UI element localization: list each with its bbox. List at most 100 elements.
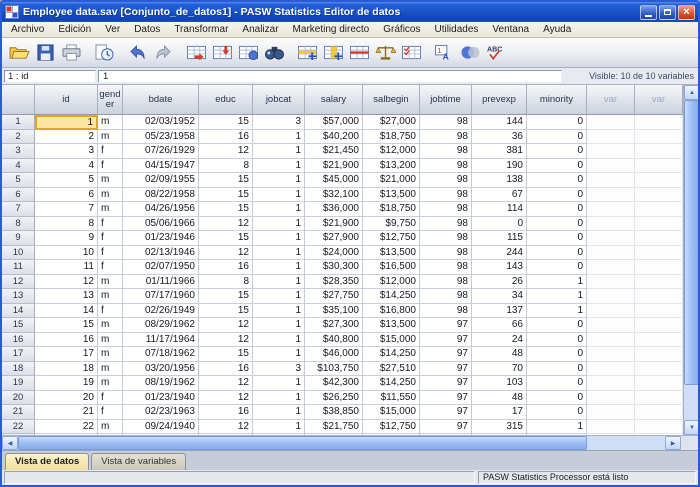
cell-gender[interactable]: m <box>98 362 123 377</box>
cell-educ[interactable]: 15 <box>199 289 253 304</box>
cell-educ[interactable]: 8 <box>199 275 253 290</box>
cell-var1[interactable] <box>587 405 635 420</box>
cell-id[interactable]: 19 <box>35 376 98 391</box>
cell-jobtime[interactable]: 97 <box>420 347 472 362</box>
row-header[interactable]: 15 <box>2 318 35 333</box>
vertical-scroll-track[interactable] <box>684 100 698 420</box>
cell-var1[interactable] <box>587 173 635 188</box>
cell-educ[interactable]: 15 <box>199 173 253 188</box>
cell-id[interactable]: 9 <box>35 231 98 246</box>
cell-minority[interactable]: 0 <box>527 188 587 203</box>
cell-jobcat[interactable]: 1 <box>253 275 305 290</box>
row-header[interactable]: 22 <box>2 420 35 435</box>
cell-var1[interactable] <box>587 246 635 261</box>
cell-var2[interactable] <box>635 188 683 203</box>
cell-var2[interactable] <box>635 391 683 406</box>
cell-bdate[interactable]: 08/29/1962 <box>123 318 199 333</box>
cell-jobtime[interactable]: 98 <box>420 275 472 290</box>
cell-minority[interactable]: 0 <box>527 260 587 275</box>
cell-salary[interactable]: $21,450 <box>305 144 363 159</box>
cell-jobtime[interactable]: 98 <box>420 231 472 246</box>
cell-minority[interactable]: 0 <box>527 159 587 174</box>
cell-educ[interactable]: 15 <box>199 202 253 217</box>
cell-salbegin[interactable]: $16,500 <box>363 260 420 275</box>
cell-bdate[interactable]: 07/26/1929 <box>123 144 199 159</box>
cell-var2[interactable] <box>635 260 683 275</box>
cell-salbegin[interactable]: $12,000 <box>363 275 420 290</box>
row-header[interactable]: 18 <box>2 362 35 377</box>
cell-id[interactable]: 5 <box>35 173 98 188</box>
cell-prevexp[interactable]: 48 <box>472 347 527 362</box>
cell-var2[interactable] <box>635 376 683 391</box>
menu-ventana[interactable]: Ventana <box>485 23 536 36</box>
cell-var2[interactable] <box>635 159 683 174</box>
cell-salbegin[interactable]: $13,200 <box>363 159 420 174</box>
cell-gender[interactable]: m <box>98 130 123 145</box>
cell-gender[interactable]: f <box>98 304 123 319</box>
cell-gender[interactable]: m <box>98 347 123 362</box>
cell-id[interactable]: 14 <box>35 304 98 319</box>
cell-jobcat[interactable]: 1 <box>253 405 305 420</box>
cell-educ[interactable]: 12 <box>199 333 253 348</box>
cell-jobcat[interactable]: 1 <box>253 173 305 188</box>
cell-var1[interactable] <box>587 130 635 145</box>
cell-bdate[interactable]: 02/26/1949 <box>123 304 199 319</box>
cell-id[interactable]: 10 <box>35 246 98 261</box>
cell-gender[interactable]: f <box>98 405 123 420</box>
menu-archivo[interactable]: Archivo <box>4 23 51 36</box>
cell-var1[interactable] <box>587 376 635 391</box>
cell-var1[interactable] <box>587 115 635 130</box>
menu-ayuda[interactable]: Ayuda <box>536 23 578 36</box>
cell-salary[interactable]: $27,300 <box>305 318 363 333</box>
row-header[interactable]: 10 <box>2 246 35 261</box>
cell-var1[interactable] <box>587 217 635 232</box>
row-header[interactable]: 20 <box>2 391 35 406</box>
cell-salary[interactable]: $57,000 <box>305 115 363 130</box>
menu-gr-ficos[interactable]: Gráficos <box>376 23 427 36</box>
cell-jobtime[interactable]: 98 <box>420 217 472 232</box>
cell-minority[interactable]: 0 <box>527 246 587 261</box>
cell-prevexp[interactable]: 34 <box>472 289 527 304</box>
cell-id[interactable]: 18 <box>35 362 98 377</box>
cell-id[interactable]: 8 <box>35 217 98 232</box>
redo-button[interactable] <box>150 41 176 65</box>
cell-salbegin[interactable]: $12,750 <box>363 231 420 246</box>
cell-salbegin[interactable]: $11,550 <box>363 391 420 406</box>
cell-prevexp[interactable]: 244 <box>472 246 527 261</box>
column-header-var1[interactable]: var <box>587 85 635 115</box>
cell-bdate[interactable]: 02/13/1946 <box>123 246 199 261</box>
cell-gender[interactable]: m <box>98 333 123 348</box>
cell-educ[interactable]: 15 <box>199 115 253 130</box>
cell-salbegin[interactable]: $27,000 <box>363 115 420 130</box>
cell-salbegin[interactable]: $13,500 <box>363 188 420 203</box>
cell-educ[interactable]: 15 <box>199 188 253 203</box>
cell-salbegin[interactable]: $13,500 <box>363 246 420 261</box>
cell-var2[interactable] <box>635 246 683 261</box>
insert-cases-button[interactable] <box>294 41 320 65</box>
cell-minority[interactable]: 1 <box>527 275 587 290</box>
column-header-educ[interactable]: educ <box>199 85 253 115</box>
cell-jobcat[interactable]: 1 <box>253 159 305 174</box>
cell-var1[interactable] <box>587 289 635 304</box>
cell-gender[interactable]: m <box>98 289 123 304</box>
cell-id[interactable]: 6 <box>35 188 98 203</box>
cell-salary[interactable]: $46,000 <box>305 347 363 362</box>
menu-transformar[interactable]: Transformar <box>167 23 235 36</box>
cell-id[interactable]: 13 <box>35 289 98 304</box>
cell-jobcat[interactable]: 1 <box>253 318 305 333</box>
cell-salary[interactable]: $26,250 <box>305 391 363 406</box>
cell-bdate[interactable]: 01/23/1946 <box>123 231 199 246</box>
cell-salbegin[interactable]: $13,500 <box>363 318 420 333</box>
cell-educ[interactable]: 16 <box>199 362 253 377</box>
cell-var1[interactable] <box>587 144 635 159</box>
cell-jobcat[interactable]: 1 <box>253 188 305 203</box>
row-header[interactable]: 5 <box>2 173 35 188</box>
cell-educ[interactable]: 12 <box>199 217 253 232</box>
cell-bdate[interactable]: 05/23/1958 <box>123 130 199 145</box>
cell-jobcat[interactable]: 1 <box>253 130 305 145</box>
cell-educ[interactable]: 12 <box>199 144 253 159</box>
undo-button[interactable] <box>124 41 150 65</box>
print-button[interactable] <box>58 41 84 65</box>
cell-salary[interactable]: $27,900 <box>305 231 363 246</box>
column-header-salary[interactable]: salary <box>305 85 363 115</box>
